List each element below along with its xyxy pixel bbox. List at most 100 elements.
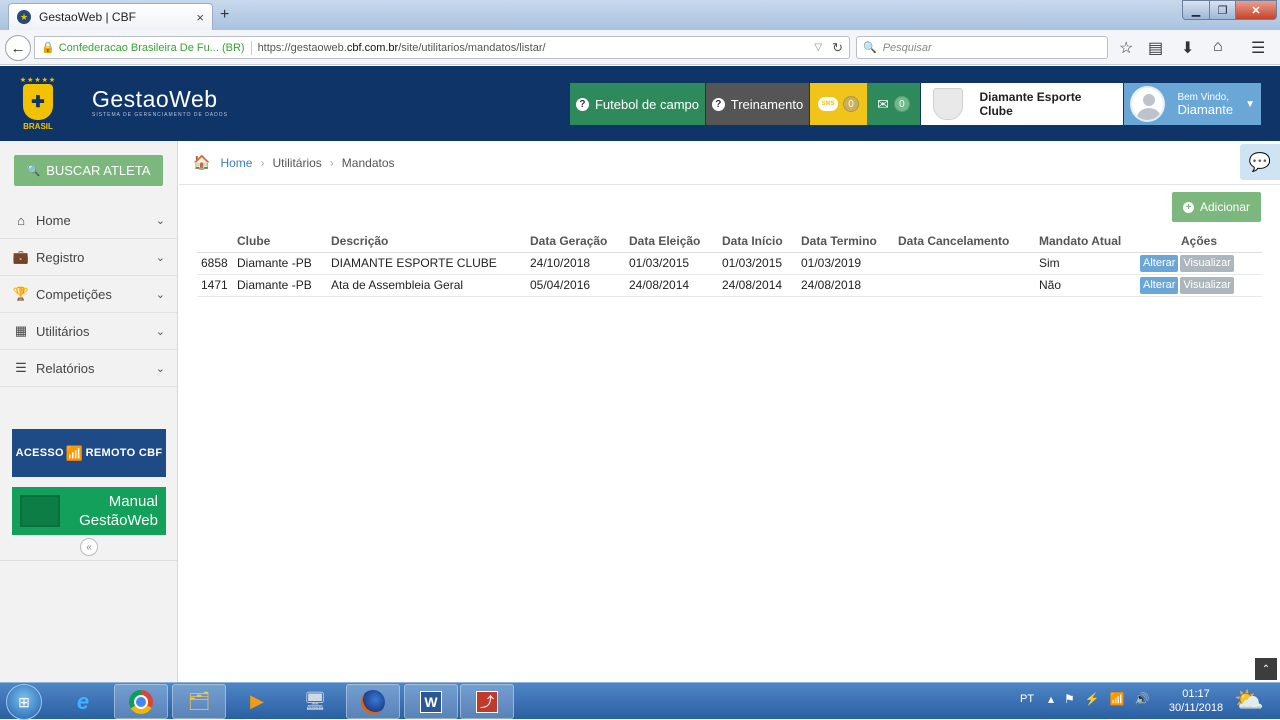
manual-gestaoweb-banner[interactable]: Manual GestãoWeb xyxy=(12,487,166,535)
treinamento-label: Treinamento xyxy=(730,96,804,112)
brand[interactable]: GestaoWeb SISTEMA DE GERENCIAMENTO DE DA… xyxy=(92,86,228,118)
tab-close-icon[interactable]: × xyxy=(196,10,204,25)
cell-data-cancelamento xyxy=(894,274,1035,297)
word-icon[interactable]: W xyxy=(404,684,458,719)
col-header-data-eleicao[interactable]: Data Eleição xyxy=(625,231,718,253)
col-header-data-cancelamento[interactable]: Data Cancelamento xyxy=(894,231,1035,253)
sidebar-item-label: Utilitários xyxy=(36,323,90,339)
sidebar-item-relatorios[interactable]: ☰ Relatórios ⌄ xyxy=(0,350,177,387)
reload-icon[interactable]: ↻ xyxy=(832,40,843,56)
divider xyxy=(0,560,177,561)
col-header-data-geracao[interactable]: Data Geração xyxy=(526,231,625,253)
home-icon[interactable]: ⌂ xyxy=(1213,38,1223,56)
clock-time: 01:17 xyxy=(1182,688,1210,700)
chevron-down-icon: ⌄ xyxy=(155,214,165,227)
browser-navbar: ← 🔒 Confederacao Brasileira De Fu... (BR… xyxy=(0,30,1280,65)
mail-button[interactable]: ✉ 0 xyxy=(867,83,920,125)
internet-explorer-icon[interactable]: e xyxy=(56,684,110,719)
treinamento-button[interactable]: ? Treinamento xyxy=(706,83,809,125)
cell-acoes: Alterar Visualizar xyxy=(1136,252,1262,275)
sidebar-item-registro[interactable]: 💼 Registro ⌄ xyxy=(0,239,177,276)
sidebar-item-competicoes[interactable]: 🏆 Competições ⌄ xyxy=(0,276,177,313)
futebol-de-campo-button[interactable]: ? Futebol de campo xyxy=(570,83,705,125)
caret-down-icon: ▼ xyxy=(1245,98,1255,110)
clock[interactable]: 01:17 30/11/2018 xyxy=(1164,687,1228,715)
new-tab-button[interactable]: + xyxy=(220,6,229,24)
remote-text-c: CBF xyxy=(138,447,163,459)
weather-cloud-icon[interactable]: ⛅ xyxy=(1234,686,1264,715)
question-icon: ? xyxy=(711,97,725,111)
cbf-logo[interactable]: ★★★★★ ✚ BRASIL xyxy=(20,76,56,134)
envelope-icon: ✉ xyxy=(877,95,889,112)
language-indicator[interactable]: PT xyxy=(1020,693,1034,705)
acesso-remoto-banner[interactable]: ACESSO 📶 REMOTO CBF xyxy=(12,429,166,477)
visualizar-button[interactable]: Visualizar xyxy=(1180,276,1234,294)
sidebar-item-label: Registro xyxy=(36,249,85,265)
user-menu[interactable]: Bem Vindo, Diamante ▼ xyxy=(1124,83,1261,125)
col-header-data-termino[interactable]: Data Termino xyxy=(797,231,894,253)
window-minimize-button[interactable]: ▁ xyxy=(1182,0,1210,20)
col-header-mandato-atual[interactable]: Mandato Atual xyxy=(1035,231,1136,253)
cell-clube: Diamante -PB xyxy=(233,274,327,297)
browser-tab[interactable]: ★ GestaoWeb | CBF × xyxy=(8,3,213,30)
cell-data-eleicao: 24/08/2014 xyxy=(625,274,718,297)
col-header-data-inicio[interactable]: Data Início xyxy=(718,231,797,253)
scroll-to-top-button[interactable]: ⌃ xyxy=(1255,658,1277,680)
system-tray-icons[interactable]: ▴⚑⚡📶🔊 xyxy=(1048,692,1160,706)
sidebar-item-utilitarios[interactable]: ▦ Utilitários ⌄ xyxy=(0,313,177,350)
alterar-button[interactable]: Alterar xyxy=(1140,254,1179,272)
download-icon[interactable]: ⬇ xyxy=(1181,38,1194,58)
back-arrow-icon[interactable]: ← xyxy=(5,35,31,61)
bookmark-star-icon[interactable]: ☆ xyxy=(1119,38,1133,58)
url-bar[interactable]: 🔒 Confederacao Brasileira De Fu... (BR) … xyxy=(34,36,850,59)
sidebar-item-home[interactable]: ⌂ Home ⌄ xyxy=(0,202,177,239)
url-text[interactable]: https://gestaoweb.cbf.com.br/site/utilit… xyxy=(258,42,815,54)
cell-clube: Diamante -PB xyxy=(233,252,327,275)
book-icon xyxy=(20,495,60,527)
search-icon: 🔍 xyxy=(863,42,877,54)
briefcase-icon: 💼 xyxy=(12,249,30,264)
collapse-sidebar-icon[interactable]: « xyxy=(80,538,98,556)
cell-id: 1471 xyxy=(197,274,233,297)
menu-hamburger-icon[interactable]: ☰ xyxy=(1251,38,1265,58)
col-header-clube[interactable]: Clube xyxy=(233,231,327,253)
pdf-reader-icon[interactable]: ⤴ xyxy=(460,684,514,719)
trophy-icon: 🏆 xyxy=(12,286,30,301)
reader-list-icon[interactable]: ▤ xyxy=(1148,38,1163,58)
remote-signal-icon: 📶 xyxy=(65,444,84,461)
chrome-icon[interactable] xyxy=(114,684,168,719)
url-dropdown-icon[interactable]: ▽ xyxy=(814,42,822,53)
visualizar-button[interactable]: Visualizar xyxy=(1180,254,1234,272)
url-domain: cbf.com.br xyxy=(346,41,399,54)
chevron-down-icon: ⌄ xyxy=(155,251,165,264)
firefox-icon[interactable] xyxy=(346,684,400,719)
chevron-down-icon: ⌄ xyxy=(155,362,165,375)
sms-button[interactable]: SMS 0 xyxy=(810,83,867,125)
remote-desktop-icon[interactable]: 🖥 xyxy=(288,684,342,719)
adicionar-button[interactable]: + Adicionar xyxy=(1172,192,1261,222)
cbf-favicon-icon: ★ xyxy=(17,10,31,24)
window-maximize-button[interactable]: ❐ xyxy=(1209,0,1236,20)
browser-search-input[interactable]: 🔍 Pesquisar xyxy=(856,36,1108,59)
col-header-descricao[interactable]: Descrição xyxy=(327,231,526,253)
club-selector[interactable]: Diamante Esporte Clube xyxy=(921,83,1123,125)
buscar-atleta-button[interactable]: 🔍 BUSCAR ATLETA xyxy=(14,155,163,186)
cell-descricao: DIAMANTE ESPORTE CLUBE xyxy=(327,252,526,275)
cell-data-inicio: 01/03/2015 xyxy=(718,252,797,275)
window-close-button[interactable]: ✕ xyxy=(1235,0,1277,20)
windows-start-icon[interactable]: ⊞ xyxy=(6,684,42,720)
cell-data-termino: 24/08/2018 xyxy=(797,274,894,297)
adicionar-label: Adicionar xyxy=(1199,200,1251,214)
sidebar-item-label: Home xyxy=(36,212,71,228)
os-taskbar: ⊞ e 🗂 ▶ 🖥 W ⤴ PT ▴⚑⚡📶🔊 01:17 30/11/2018 … xyxy=(0,682,1280,720)
sms-icon: SMS xyxy=(818,97,838,111)
chat-bubble-icon[interactable]: 💬 xyxy=(1240,144,1280,180)
breadcrumb-home-link[interactable]: Home xyxy=(220,156,252,170)
file-explorer-icon[interactable]: 🗂 xyxy=(172,684,226,719)
mandatos-table: Clube Descrição Data Geração Data Eleiçã… xyxy=(197,231,1262,297)
question-icon: ? xyxy=(575,97,589,111)
col-header-acoes: Ações xyxy=(1136,231,1262,253)
alterar-button[interactable]: Alterar xyxy=(1140,276,1179,294)
site-identity[interactable]: Confederacao Brasileira De Fu... (BR) xyxy=(59,42,245,54)
media-player-icon[interactable]: ▶ xyxy=(230,684,284,719)
